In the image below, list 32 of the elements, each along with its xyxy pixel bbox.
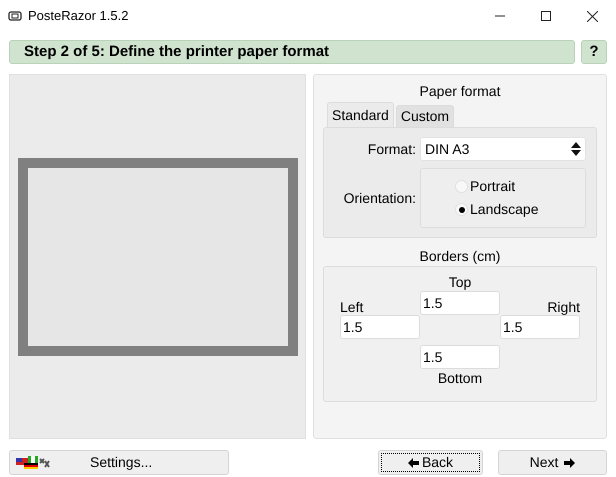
step-title-bar: Step 2 of 5: Define the printer paper format	[9, 40, 575, 64]
bottom-label: Bottom	[436, 369, 484, 387]
format-dropdown[interactable]: DIN A3	[420, 137, 586, 161]
radio-label: Portrait	[470, 178, 516, 195]
back-button[interactable]: Back	[378, 450, 483, 475]
help-button[interactable]: ?	[581, 40, 607, 64]
window-title: PosteRazor 1.5.2	[28, 7, 128, 26]
tab[interactable]: Custom	[396, 105, 454, 127]
top-field[interactable]: 1.5	[420, 291, 500, 315]
close-icon[interactable]	[587, 10, 598, 22]
app-icon	[8, 10, 22, 22]
left-arrow-icon	[408, 458, 419, 468]
section-title: Paper format	[418, 82, 502, 100]
right-arrow-icon	[564, 458, 576, 468]
spinner-icon	[571, 142, 581, 156]
next-button[interactable]: Next	[498, 450, 607, 475]
bottom-field[interactable]: 1.5	[420, 345, 500, 369]
radio-label: Landscape	[470, 201, 539, 218]
right-field[interactable]: 1.5	[500, 315, 580, 339]
settings-button[interactable]: Settings...	[9, 450, 229, 475]
format-label: Format:	[366, 140, 417, 158]
orientation-label: Orientation:	[342, 188, 417, 208]
radio-button[interactable]	[455, 180, 468, 193]
radio-button[interactable]	[455, 203, 468, 216]
top-label: Top	[448, 273, 472, 291]
maximize-icon[interactable]	[541, 11, 551, 21]
left-field[interactable]: 1.5	[340, 315, 420, 339]
flags-icon	[16, 456, 52, 470]
left-label: Left	[340, 299, 364, 315]
section-title: Borders (cm)	[418, 247, 502, 265]
tab[interactable]: Standard	[327, 102, 394, 127]
right-label: Right	[546, 299, 580, 315]
